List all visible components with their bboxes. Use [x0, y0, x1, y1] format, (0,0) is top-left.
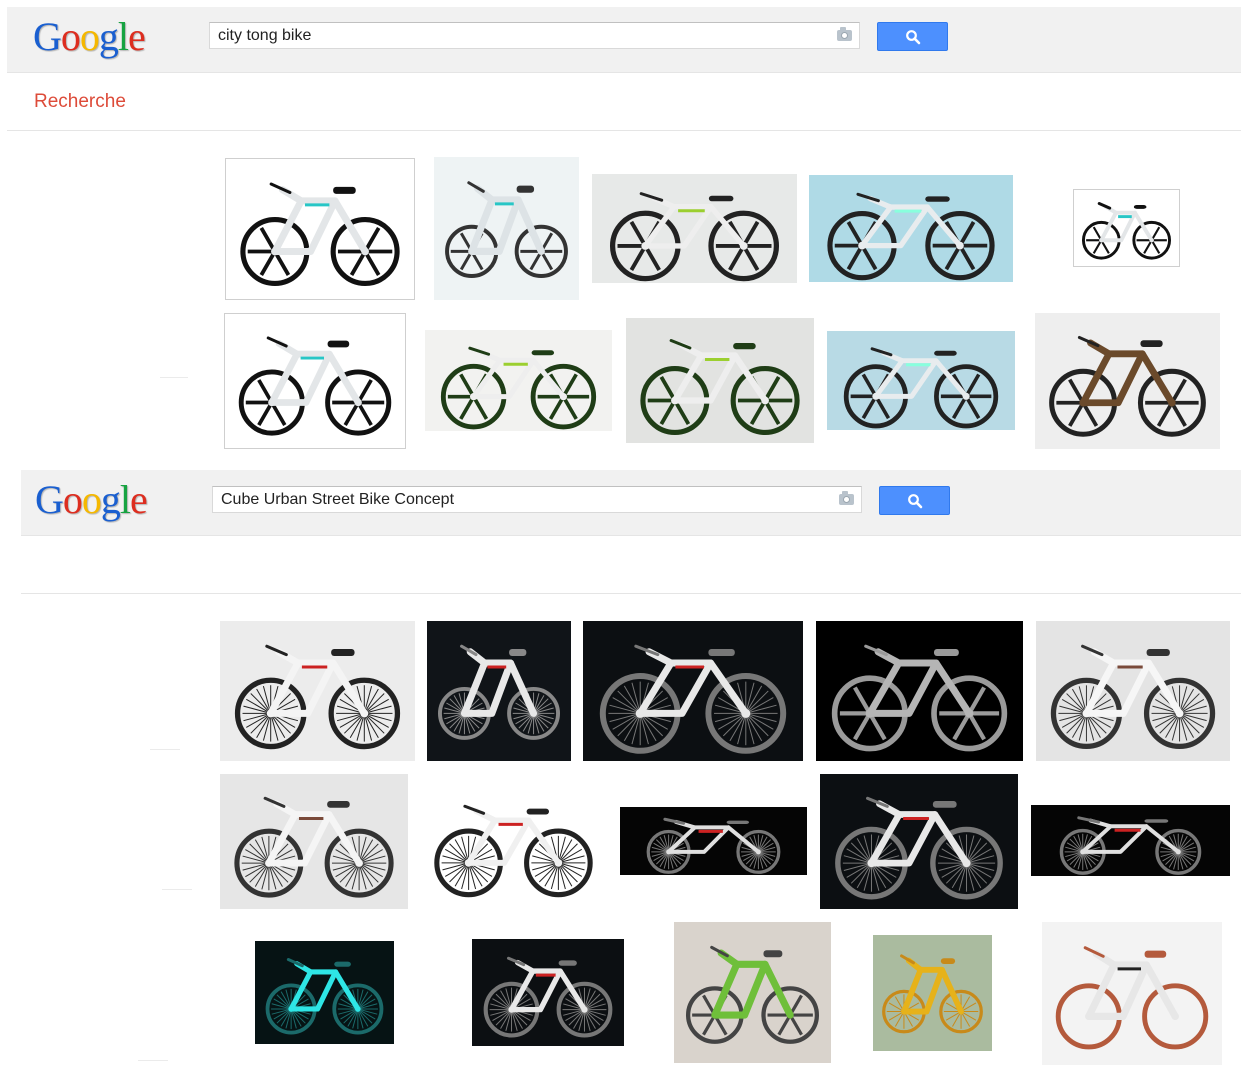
- google-logo-1[interactable]: Google: [33, 14, 146, 59]
- image-result-thumbnail[interactable]: [434, 157, 579, 300]
- logo-letter: o: [81, 477, 102, 522]
- image-result-thumbnail[interactable]: [1031, 805, 1230, 876]
- magnifier-icon: [905, 29, 920, 44]
- image-result-thumbnail[interactable]: [620, 807, 807, 875]
- image-result-thumbnail[interactable]: [827, 331, 1015, 430]
- image-result-thumbnail[interactable]: [220, 621, 415, 761]
- image-result-thumbnail[interactable]: [1073, 189, 1180, 267]
- divider: [162, 889, 192, 890]
- image-result-thumbnail[interactable]: [224, 313, 406, 449]
- image-result-thumbnail[interactable]: [255, 941, 394, 1044]
- search-button-1[interactable]: [877, 22, 948, 51]
- image-result-thumbnail[interactable]: [592, 174, 797, 283]
- search-box-2: [212, 486, 862, 513]
- logo-letter: o: [60, 14, 81, 59]
- logo-letter: o: [62, 477, 83, 522]
- image-result-thumbnail[interactable]: [1036, 621, 1230, 761]
- image-result-thumbnail[interactable]: [816, 621, 1023, 761]
- image-result-thumbnail[interactable]: [809, 175, 1013, 282]
- section-label-recherche[interactable]: Recherche: [34, 91, 126, 113]
- image-result-thumbnail[interactable]: [1035, 313, 1220, 449]
- logo-letter: g: [98, 14, 119, 59]
- logo-letter: G: [33, 14, 62, 59]
- divider: [160, 377, 188, 378]
- google-logo-2[interactable]: Google: [35, 477, 148, 522]
- image-result-thumbnail[interactable]: [425, 330, 612, 431]
- image-result-thumbnail[interactable]: [583, 621, 803, 761]
- logo-letter: o: [79, 14, 100, 59]
- logo-letter: l: [119, 477, 131, 522]
- divider: [138, 1060, 168, 1061]
- image-result-thumbnail[interactable]: [225, 158, 415, 300]
- image-result-thumbnail[interactable]: [674, 922, 831, 1063]
- search-input-1[interactable]: [218, 23, 827, 48]
- image-result-thumbnail[interactable]: [1042, 922, 1222, 1065]
- logo-letter: e: [128, 14, 146, 59]
- camera-icon[interactable]: [839, 491, 854, 505]
- image-result-thumbnail[interactable]: [420, 785, 607, 903]
- divider: [7, 130, 1241, 131]
- search-button-2[interactable]: [879, 486, 950, 515]
- camera-icon[interactable]: [837, 27, 852, 41]
- logo-letter: e: [130, 477, 148, 522]
- logo-letter: g: [100, 477, 121, 522]
- logo-letter: G: [35, 477, 64, 522]
- search-box-1: [209, 22, 860, 49]
- logo-letter: l: [117, 14, 129, 59]
- divider: [21, 593, 1241, 594]
- image-result-thumbnail[interactable]: [820, 774, 1018, 909]
- magnifier-icon: [907, 493, 922, 508]
- image-result-thumbnail[interactable]: [626, 318, 814, 443]
- image-result-thumbnail[interactable]: [220, 774, 408, 909]
- image-result-thumbnail[interactable]: [472, 939, 624, 1046]
- search-input-2[interactable]: [221, 487, 829, 512]
- divider: [150, 749, 180, 750]
- image-result-thumbnail[interactable]: [873, 935, 992, 1051]
- image-result-thumbnail[interactable]: [427, 621, 571, 761]
